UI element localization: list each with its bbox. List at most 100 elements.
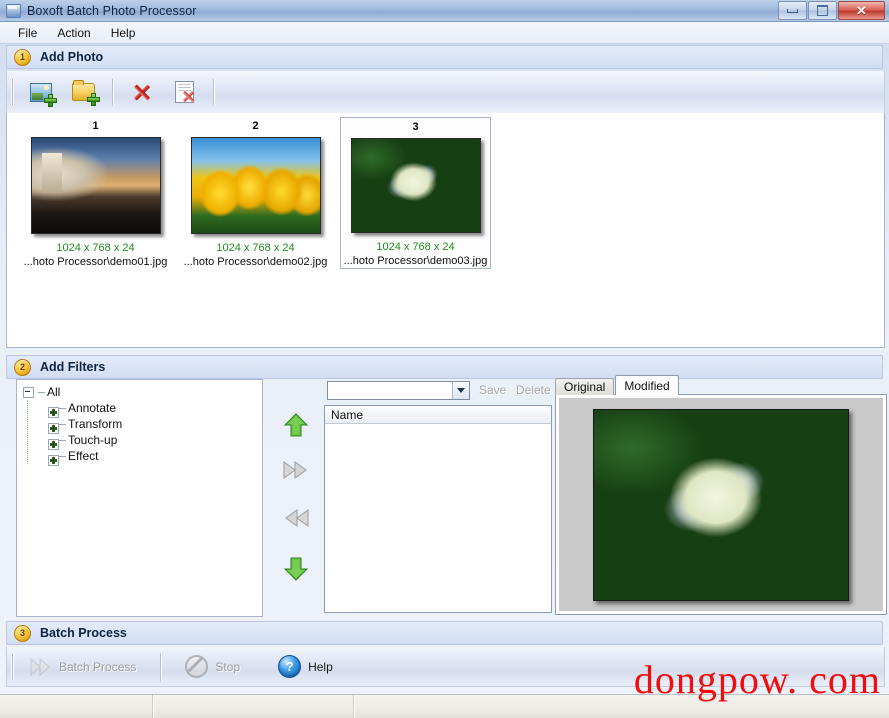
maximize-icon [817,5,828,16]
tree-node-touch-up[interactable]: Touch-up [44,432,262,450]
status-pane-1 [0,695,153,718]
expand-toggle-icon[interactable] [48,406,59,418]
menu-action-label: Action [57,25,91,40]
expand-toggle-icon[interactable] [48,454,59,466]
remove-filter-button[interactable] [282,507,310,535]
tree-node-label: Annotate [68,401,117,415]
tree-dash [38,391,45,393]
list-item[interactable]: 1 1024 x 768 x 24 ...hoto Processor\demo… [20,117,171,269]
tree-dash [59,423,66,425]
toolbar-separator-2 [213,79,214,105]
minimize-button[interactable] [778,1,807,20]
menu-action[interactable]: Action [47,24,100,42]
close-button[interactable]: ✕ [838,1,885,20]
section-header-add-photo: 1 Add Photo [6,45,883,69]
menu-file[interactable]: File [8,24,47,42]
expand-toggle-icon[interactable] [48,422,59,434]
section-title-add-photo: Add Photo [40,50,104,64]
help-icon: ? [278,655,302,678]
document-x-icon [174,81,194,103]
stop-icon [185,655,209,678]
add-filter-button[interactable] [282,459,310,487]
process-icon [30,657,52,677]
tree-node-label: Touch-up [68,433,118,447]
menu-help-label: Help [110,25,136,40]
list-item[interactable]: 3 1024 x 768 x 24 ...hoto Processor\demo… [340,117,491,269]
tree-dash [59,455,66,457]
preview-canvas [555,394,887,615]
filters-body: All Annotate Transform Touch-up Effect S… [6,375,887,617]
thumbnail-image[interactable] [190,137,321,234]
bottom-separator-1 [160,652,162,681]
preview-tabs: Original Modified [555,375,680,395]
thumbnail-image[interactable] [350,138,481,233]
close-icon: ✕ [856,3,867,18]
toolbar-separator-1 [112,79,113,105]
help-label: Help [308,659,333,674]
step-badge-1: 1 [14,48,31,66]
batch-process-label: Batch Process [59,659,137,674]
filter-category-tree[interactable]: All Annotate Transform Touch-up Effect [16,379,263,617]
arrow-down-icon [283,557,309,581]
filter-chain-panel: Save Delete Name [322,379,552,615]
preview-backdrop [559,398,883,611]
section-header-batch-process: 3 Batch Process [6,621,883,645]
tab-modified[interactable]: Modified [615,375,679,395]
tree-node-label: Transform [68,417,123,431]
list-item[interactable]: 2 1024 x 768 x 24 ...hoto Processor\demo… [180,117,331,269]
photo-list[interactable]: 1 1024 x 768 x 24 ...hoto Processor\demo… [6,113,885,348]
help-button[interactable]: ? Help [268,651,343,682]
tree-dash [59,439,66,441]
delete-all-button[interactable] [163,74,205,110]
tree-node-effect[interactable]: Effect [44,448,262,466]
save-preset-button[interactable]: Save [479,383,506,397]
expand-toggle-icon[interactable] [48,438,59,450]
add-photo-button[interactable] [20,74,62,110]
tree-node-label: Effect [68,449,99,463]
watermark: dongpow. com [633,657,881,702]
tree-node-annotate[interactable]: Annotate [44,400,262,418]
tree-dash [59,407,66,409]
bottom-toolbar-grip[interactable] [11,653,14,680]
collapse-toggle-icon[interactable] [23,386,34,398]
thumbnail-index: 3 [412,121,419,133]
delete-preset-button[interactable]: Delete [516,383,551,397]
tab-original-label: Original [564,380,606,394]
tab-modified-label: Modified [624,378,670,393]
thumbnail-image[interactable] [30,137,161,234]
app-icon [6,3,21,18]
tree-node-all[interactable]: All [23,384,262,400]
toolbar-grip[interactable] [11,79,14,105]
delete-photo-button[interactable] [121,74,163,110]
chevron-down-icon[interactable] [452,382,469,399]
thumbnail-path: ...hoto Processor\demo01.jpg [23,256,168,268]
list-header: Name [325,406,551,424]
thumbnail-dimensions: 1024 x 768 x 24 [216,242,295,254]
arrow-up-icon [283,413,309,437]
move-up-button[interactable] [282,411,310,439]
folder-plus-icon [71,80,100,106]
double-arrow-right-icon [283,461,307,479]
move-down-button[interactable] [282,555,310,583]
column-header-name: Name [331,407,364,422]
batch-process-button[interactable]: Batch Process [20,651,146,682]
applied-filters-list[interactable]: Name [324,405,552,613]
section-title-batch-process: Batch Process [40,626,127,640]
thumbnail-path: ...hoto Processor\demo03.jpg [343,255,488,267]
tree-node-transform[interactable]: Transform [44,416,262,434]
thumbnail-path: ...hoto Processor\demo02.jpg [183,256,328,268]
window-title: Boxoft Batch Photo Processor [27,3,197,18]
add-folder-button[interactable] [62,74,104,110]
step-badge-3: 3 [14,624,31,642]
tab-original[interactable]: Original [555,378,615,395]
stop-button[interactable]: Stop [175,651,250,682]
preview-panel: Original Modified [555,375,887,615]
menu-help[interactable]: Help [101,24,146,42]
application-window: Boxoft Batch Photo Processor ✕ File Acti… [0,0,889,718]
thumbnail-index: 1 [92,120,99,132]
menu-file-label: File [18,25,38,40]
preview-image [593,408,849,601]
maximize-button[interactable] [808,1,837,20]
preset-combobox[interactable] [327,381,470,400]
transfer-button-column [272,379,320,615]
